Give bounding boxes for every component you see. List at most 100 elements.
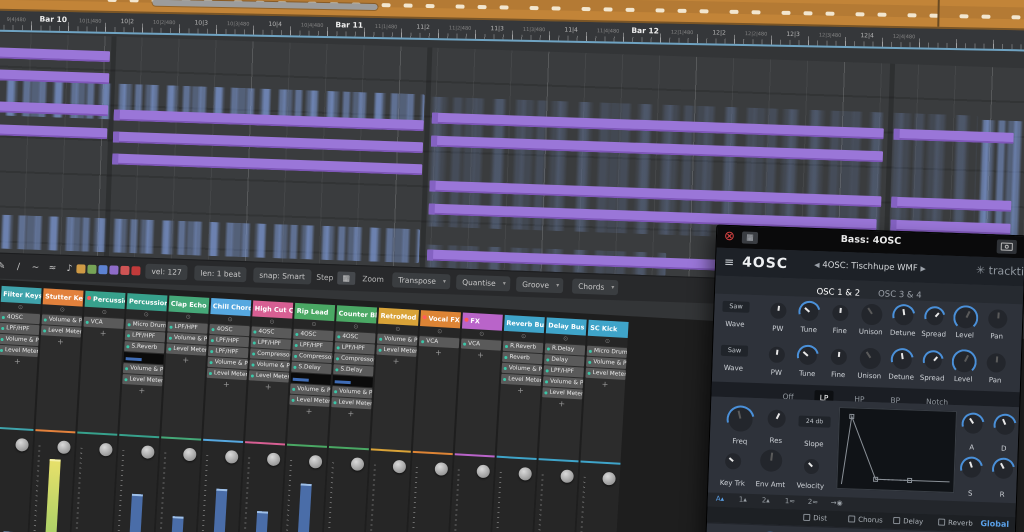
pan-knob[interactable] [140,445,155,459]
plugin-window-4osc[interactable]: ⊗ ▦ Bass: 4OSC ≡ 4OSC ◀ 4OSC: Tischhupe … [704,224,1024,532]
knob-pw[interactable] [768,346,786,364]
envelope-icon[interactable]: →◉ [831,499,843,507]
knob-detune[interactable] [887,299,920,331]
pan-knob[interactable] [560,469,575,484]
knob-a[interactable] [956,407,989,440]
pan-knob[interactable] [392,459,407,474]
toolbar-chip[interactable]: vel: 127 [145,263,189,281]
toolbar-dropdown-quantise[interactable]: Quantise [455,274,511,292]
pan-knob[interactable] [308,454,323,469]
knob-fine[interactable] [832,304,849,322]
knob-freq[interactable] [721,400,760,439]
channel-header[interactable]: Clap Echo [168,295,210,314]
knob-pw[interactable] [770,302,787,320]
fx-checkbox-dist[interactable]: Dist [803,513,827,523]
knob-fine[interactable] [830,348,848,366]
wave-select-button[interactable]: Saw [722,300,750,313]
knob-detune[interactable] [885,343,918,375]
color-swatch[interactable] [120,265,130,276]
color-swatch[interactable] [87,264,97,274]
channel-header[interactable]: High Cut Chords [252,300,294,319]
knob-env-amt[interactable] [759,449,783,473]
toolbar-dropdown-chords[interactable]: Chords [571,278,619,296]
knob-level[interactable] [952,304,979,331]
global-tab[interactable]: Global [980,519,1009,529]
lfo-tool-icon[interactable]: ≈ [44,260,61,277]
fader-strip[interactable]: MS [0,426,34,532]
fader-strip[interactable]: MS [109,433,160,532]
fx-checkbox-delay[interactable]: Delay [893,516,923,526]
knob-unison[interactable] [858,347,881,369]
fx-checkbox-chorus[interactable]: Chorus [848,515,883,525]
zoom-label[interactable]: Zoom [362,274,384,284]
pencil-tool-icon[interactable]: ✎ [0,258,10,275]
note-tool-icon[interactable]: ♪ [61,261,78,278]
knob-spread[interactable] [919,301,949,331]
pan-knob[interactable] [57,440,71,455]
fx-checkbox-reverb[interactable]: Reverb [938,518,973,528]
channel-header[interactable]: Filter Keys [0,285,42,305]
channel-header[interactable]: Delay Bus [545,317,587,336]
channel-header[interactable]: RetroMod Digital [378,307,419,326]
checkbox-icon[interactable] [893,516,901,525]
line-tool-icon[interactable]: / [10,259,27,276]
knob-d[interactable] [988,408,1021,441]
toolbar-chip[interactable]: snap: Smart [253,267,312,285]
pan-knob[interactable] [182,447,197,462]
pan-knob[interactable] [518,466,533,481]
preset-next-icon[interactable]: ▶ [920,265,926,273]
knob-res[interactable] [767,409,786,429]
fader-strip[interactable]: MS [192,438,244,532]
color-swatch[interactable] [109,265,119,275]
channel-header[interactable]: SC Kick [587,319,629,339]
filter-envelope-display[interactable] [836,406,958,494]
checkbox-icon[interactable] [938,518,946,526]
fader-strip[interactable]: MS [25,429,76,532]
plugin-item[interactable]: Level Meter [0,344,39,358]
channel-header[interactable]: Rip Lead [294,302,336,322]
channel-header[interactable]: Stutter Keys [42,288,84,307]
curve-tool-icon[interactable]: ~ [27,260,44,277]
channel-header[interactable]: Reverb Bus [503,314,545,334]
pan-knob[interactable] [99,442,113,457]
envelope-icon[interactable]: 1▴ [739,496,747,504]
color-swatch[interactable] [98,265,108,275]
slope-value-button[interactable]: 24 db [798,415,831,428]
envelope-icon[interactable]: 2≈ [808,498,819,506]
pan-knob[interactable] [15,437,29,452]
toolbar-dropdown-transpose[interactable]: Transpose [392,272,451,290]
pan-knob[interactable] [476,464,491,479]
knob-pan[interactable] [987,308,1008,329]
pan-knob[interactable] [266,452,281,467]
preset-prev-icon[interactable]: ◀ [814,261,820,269]
knob-pan[interactable] [985,352,1006,373]
fader-strip[interactable]: MS [234,441,286,532]
wave-select-button[interactable]: Saw [720,344,749,357]
channel-header[interactable]: Counter Blips [336,305,378,324]
fader-strip[interactable]: MS [67,431,118,532]
knob-velocity[interactable] [803,458,819,474]
pan-knob[interactable] [602,471,616,486]
fader-strip[interactable]: MS [150,436,202,532]
knob-spread[interactable] [918,345,948,375]
channel-header[interactable]: FX [461,312,503,331]
knob-key-trk[interactable] [724,453,742,470]
pan-knob[interactable] [434,462,449,476]
checkbox-icon[interactable] [848,515,856,523]
envelope-icon[interactable]: 2▴ [762,496,770,504]
knob-tune[interactable] [794,296,825,328]
checkbox-icon[interactable] [803,513,811,522]
color-swatch[interactable] [131,266,141,276]
knob-tune[interactable] [792,340,824,372]
camera-icon[interactable] [996,239,1018,255]
channel-header[interactable]: Vocal FX [420,310,461,329]
envelope-icon[interactable]: 1≈ [785,497,796,505]
pan-knob[interactable] [224,450,239,464]
knob-unison[interactable] [860,303,883,325]
pan-knob[interactable] [350,457,365,472]
knob-s[interactable] [955,451,987,484]
toolbar-dropdown-groove[interactable]: Groove [515,276,564,294]
knob-r[interactable] [987,452,1019,485]
envelope-icon[interactable]: A▴ [716,495,725,503]
channel-header[interactable]: Chill Chords [210,297,252,317]
